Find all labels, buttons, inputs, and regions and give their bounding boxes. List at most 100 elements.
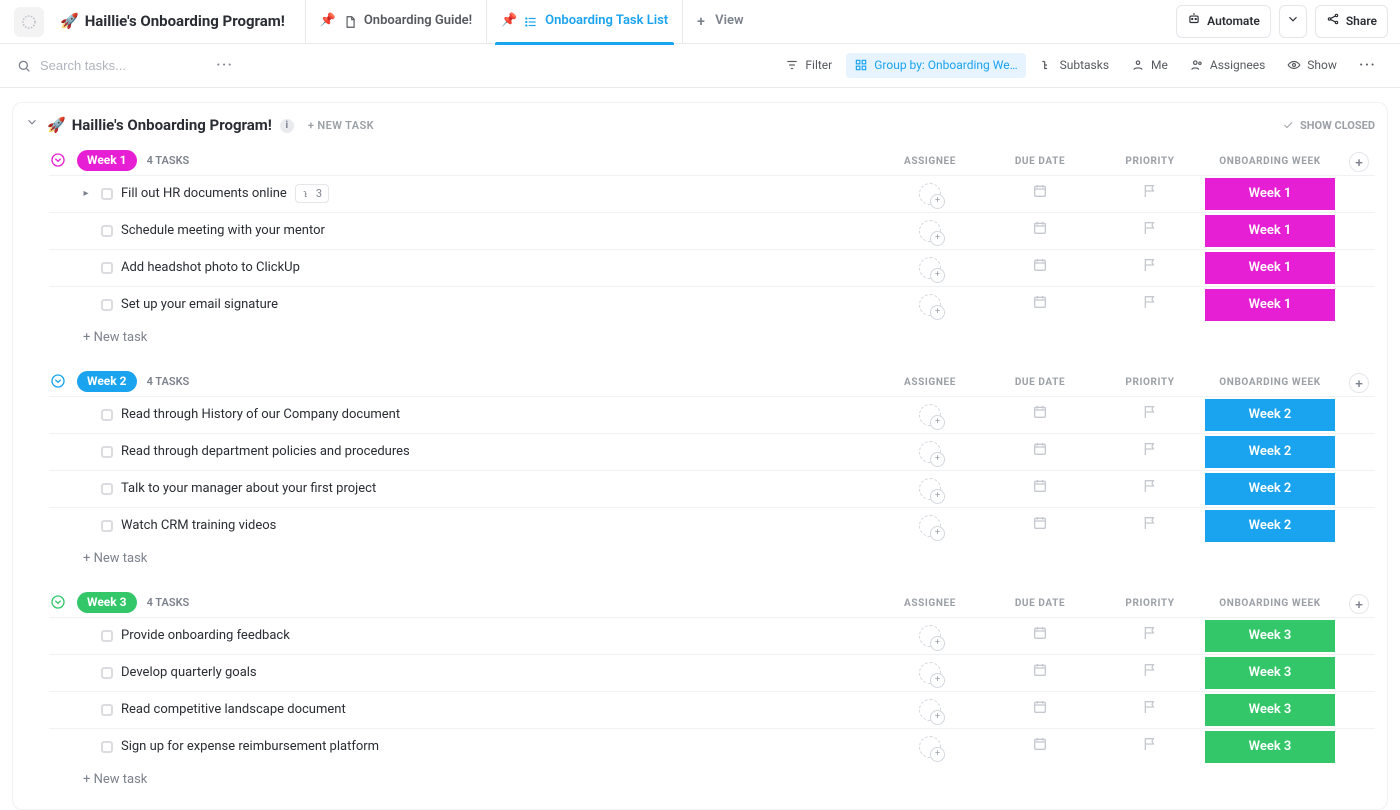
assignee-empty-button[interactable] <box>919 257 941 279</box>
add-column-button[interactable]: + <box>1349 373 1369 393</box>
priority-empty-button[interactable] <box>1142 441 1158 463</box>
task-row[interactable]: Schedule meeting with your mentor Week 1 <box>49 212 1375 249</box>
status-checkbox[interactable] <box>101 520 113 532</box>
priority-empty-button[interactable] <box>1142 699 1158 721</box>
due-date-empty-button[interactable] <box>1032 736 1048 758</box>
search-input[interactable] <box>40 58 200 73</box>
status-checkbox[interactable] <box>101 188 113 200</box>
task-name[interactable]: Read through department policies and pro… <box>121 443 410 461</box>
column-header-onboarding_week[interactable]: ONBOARDING WEEK <box>1205 597 1335 611</box>
new-task-row-button[interactable]: + New task <box>49 323 1375 351</box>
group-badge[interactable]: Week 1 <box>77 150 137 171</box>
column-header-assignee[interactable]: ASSIGNEE <box>875 155 985 169</box>
column-header-assignee[interactable]: ASSIGNEE <box>875 376 985 390</box>
group-by-button[interactable]: Group by: Onboarding We… <box>846 53 1025 78</box>
new-task-chip[interactable]: + NEW TASK <box>308 118 374 133</box>
add-view-button[interactable]: + View <box>682 0 757 44</box>
add-column-button[interactable]: + <box>1349 152 1369 172</box>
priority-empty-button[interactable] <box>1142 183 1158 205</box>
task-name[interactable]: Set up your email signature <box>121 296 278 314</box>
onboarding-week-pill[interactable]: Week 3 <box>1205 620 1335 652</box>
task-name[interactable]: Watch CRM training videos <box>121 517 276 535</box>
assignee-empty-button[interactable] <box>919 183 941 205</box>
expand-subtasks-button[interactable]: ▸ <box>79 187 93 201</box>
task-name[interactable]: Read through History of our Company docu… <box>121 406 400 424</box>
assignee-empty-button[interactable] <box>919 515 941 537</box>
status-checkbox[interactable] <box>101 630 113 642</box>
new-task-row-button[interactable]: + New task <box>49 544 1375 572</box>
status-checkbox[interactable] <box>101 446 113 458</box>
priority-empty-button[interactable] <box>1142 515 1158 537</box>
assignee-empty-button[interactable] <box>919 699 941 721</box>
due-date-empty-button[interactable] <box>1032 257 1048 279</box>
automate-button[interactable]: Automate <box>1176 5 1271 38</box>
assignee-empty-button[interactable] <box>919 404 941 426</box>
filter-button[interactable]: Filter <box>777 53 840 78</box>
due-date-empty-button[interactable] <box>1032 515 1048 537</box>
priority-empty-button[interactable] <box>1142 257 1158 279</box>
assignee-empty-button[interactable] <box>919 294 941 316</box>
due-date-empty-button[interactable] <box>1032 220 1048 242</box>
automate-dropdown-button[interactable] <box>1279 5 1307 38</box>
onboarding-week-pill[interactable]: Week 1 <box>1205 252 1335 284</box>
due-date-empty-button[interactable] <box>1032 478 1048 500</box>
assignees-button[interactable]: Assignees <box>1182 53 1273 78</box>
status-checkbox[interactable] <box>101 667 113 679</box>
task-row[interactable]: Read through department policies and pro… <box>49 433 1375 470</box>
column-header-assignee[interactable]: ASSIGNEE <box>875 597 985 611</box>
task-name[interactable]: Develop quarterly goals <box>121 664 257 682</box>
column-header-due_date[interactable]: DUE DATE <box>985 155 1095 169</box>
assignee-empty-button[interactable] <box>919 441 941 463</box>
onboarding-week-pill[interactable]: Week 3 <box>1205 657 1335 689</box>
task-name[interactable]: Sign up for expense reimbursement platfo… <box>121 738 379 756</box>
priority-empty-button[interactable] <box>1142 736 1158 758</box>
priority-empty-button[interactable] <box>1142 404 1158 426</box>
onboarding-week-pill[interactable]: Week 2 <box>1205 473 1335 505</box>
due-date-empty-button[interactable] <box>1032 294 1048 316</box>
due-date-empty-button[interactable] <box>1032 662 1048 684</box>
task-name[interactable]: Fill out HR documents online <box>121 185 287 203</box>
list-title[interactable]: 🚀 Haillie's Onboarding Program! <box>47 115 272 136</box>
share-button[interactable]: Share <box>1315 5 1388 38</box>
assignee-empty-button[interactable] <box>919 220 941 242</box>
tab-onboarding-task-list[interactable]: 📌 Onboarding Task List <box>486 0 682 44</box>
toolbar-more-button[interactable]: ··· <box>1351 53 1384 79</box>
group-collapse-button[interactable] <box>49 151 67 169</box>
onboarding-week-pill[interactable]: Week 2 <box>1205 436 1335 468</box>
task-row[interactable]: ▸ Fill out HR documents online 3 Week 1 <box>49 175 1375 212</box>
assignee-empty-button[interactable] <box>919 625 941 647</box>
subtasks-button[interactable]: Subtasks <box>1032 53 1117 78</box>
status-checkbox[interactable] <box>101 741 113 753</box>
task-row[interactable]: Develop quarterly goals Week 3 <box>49 654 1375 691</box>
column-header-onboarding_week[interactable]: ONBOARDING WEEK <box>1205 155 1335 169</box>
task-row[interactable]: Talk to your manager about your first pr… <box>49 470 1375 507</box>
column-header-due_date[interactable]: DUE DATE <box>985 376 1095 390</box>
task-name[interactable]: Schedule meeting with your mentor <box>121 222 325 240</box>
show-button[interactable]: Show <box>1279 53 1345 78</box>
task-row[interactable]: Set up your email signature Week 1 <box>49 286 1375 323</box>
due-date-empty-button[interactable] <box>1032 183 1048 205</box>
task-row[interactable]: Add headshot photo to ClickUp Week 1 <box>49 249 1375 286</box>
due-date-empty-button[interactable] <box>1032 625 1048 647</box>
priority-empty-button[interactable] <box>1142 662 1158 684</box>
me-button[interactable]: Me <box>1123 53 1176 78</box>
task-name[interactable]: Read competitive landscape document <box>121 701 346 719</box>
show-closed-button[interactable]: SHOW CLOSED <box>1282 118 1375 133</box>
new-task-row-button[interactable]: + New task <box>49 765 1375 793</box>
assignee-empty-button[interactable] <box>919 478 941 500</box>
task-row[interactable]: Watch CRM training videos Week 2 <box>49 507 1375 544</box>
list-collapse-button[interactable] <box>25 115 39 135</box>
due-date-empty-button[interactable] <box>1032 404 1048 426</box>
add-column-button[interactable]: + <box>1349 594 1369 614</box>
status-checkbox[interactable] <box>101 704 113 716</box>
task-row[interactable]: Read competitive landscape document Week… <box>49 691 1375 728</box>
breadcrumb-title[interactable]: 🚀 Haillie's Onboarding Program! <box>52 5 293 38</box>
task-name[interactable]: Add headshot photo to ClickUp <box>121 259 300 277</box>
info-icon[interactable]: i <box>280 119 294 133</box>
status-checkbox[interactable] <box>101 262 113 274</box>
onboarding-week-pill[interactable]: Week 1 <box>1205 178 1335 210</box>
app-icon[interactable] <box>14 7 44 37</box>
column-header-onboarding_week[interactable]: ONBOARDING WEEK <box>1205 376 1335 390</box>
group-collapse-button[interactable] <box>49 593 67 611</box>
status-checkbox[interactable] <box>101 299 113 311</box>
